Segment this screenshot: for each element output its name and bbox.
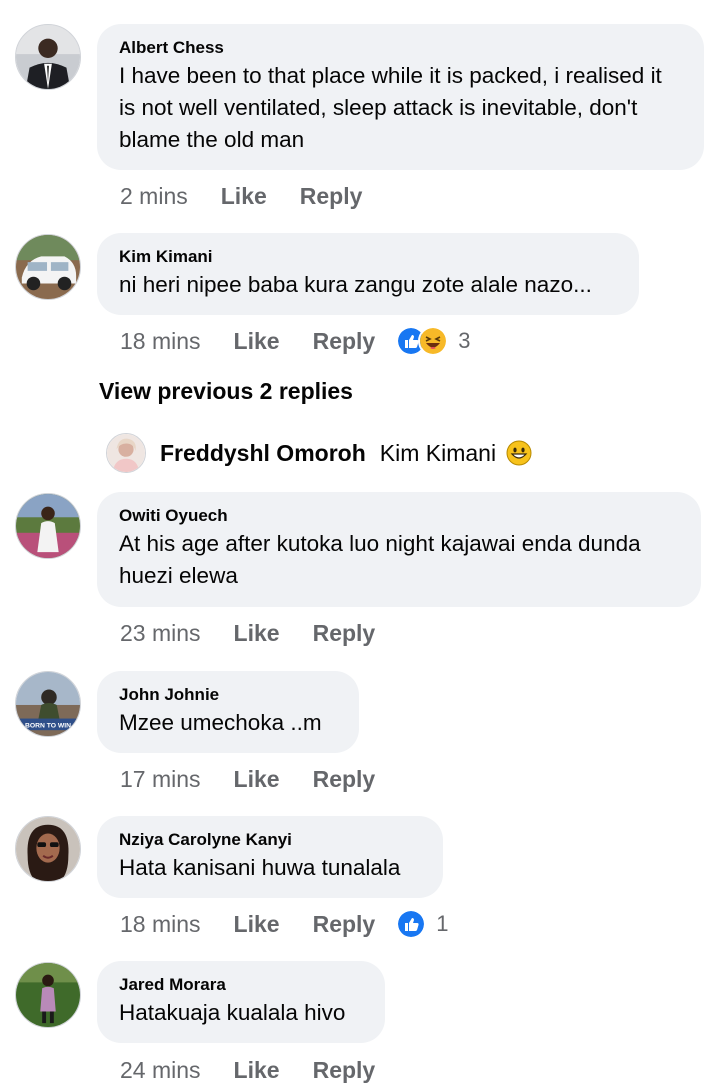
comment-author[interactable]: Jared Morara	[119, 975, 363, 995]
comment-author[interactable]: John Johnie	[119, 685, 337, 705]
avatar-jared-morara[interactable]	[15, 962, 81, 1028]
comment-bubble: Owiti Oyuech At his age after kutoka luo…	[97, 492, 701, 607]
comment-meta: 23 mins Like Reply	[120, 617, 408, 649]
reply-preview-author: Freddyshl Omoroh	[160, 439, 366, 466]
reply-button[interactable]: Reply	[313, 328, 376, 355]
reaction-count: 3	[458, 328, 471, 353]
reply-preview[interactable]: Freddyshl Omoroh Kim Kimani	[106, 433, 532, 473]
like-button[interactable]: Like	[234, 766, 280, 793]
comment-text: At his age after kutoka luo night kajawa…	[119, 531, 641, 588]
reply-button[interactable]: Reply	[313, 766, 376, 793]
comment-meta: 18 mins Like Reply 3	[120, 325, 470, 357]
reaction-count: 1	[436, 911, 449, 936]
comment-author[interactable]: Nziya Carolyne Kanyi	[119, 830, 421, 850]
like-reaction-icon	[396, 909, 427, 939]
comment-meta: 2 mins Like Reply	[120, 180, 395, 212]
comment-meta: 17 mins Like Reply	[120, 763, 408, 795]
comment-text: Hatakuaja kualala hivo	[119, 1000, 346, 1025]
avatar-kim-kimani[interactable]	[15, 234, 81, 300]
comment-time: 23 mins	[120, 619, 201, 646]
comment-text: Hata kanisani huwa tunalala	[119, 855, 401, 880]
comment-time: 18 mins	[120, 327, 201, 354]
comment-text: Mzee umechoka ..m	[119, 710, 322, 735]
comment-time: 17 mins	[120, 765, 201, 792]
avatar-john-johnie[interactable]: BORN TO WIN	[15, 671, 81, 737]
reply-button[interactable]: Reply	[313, 620, 376, 647]
comment-text: I have been to that place while it is pa…	[119, 63, 662, 152]
grinning-emoji-icon	[506, 440, 532, 466]
avatar-albert-chess[interactable]	[15, 24, 81, 90]
comment-meta: 18 mins Like Reply 1	[120, 908, 448, 940]
reaction-summary[interactable]: 3	[396, 326, 470, 356]
comment-time: 24 mins	[120, 1056, 201, 1083]
avatar-caption: BORN TO WIN	[25, 722, 71, 729]
reply-button[interactable]: Reply	[313, 1057, 376, 1084]
avatar-nziya-carolyne-kanyi[interactable]	[15, 816, 81, 882]
like-button[interactable]: Like	[234, 911, 280, 938]
comment-bubble: Nziya Carolyne Kanyi Hata kanisani huwa …	[97, 816, 443, 898]
reaction-summary[interactable]: 1	[396, 909, 448, 939]
reply-button[interactable]: Reply	[313, 911, 376, 938]
comment-time: 18 mins	[120, 910, 201, 937]
like-button[interactable]: Like	[221, 183, 267, 210]
like-button[interactable]: Like	[234, 1057, 280, 1084]
like-button[interactable]: Like	[234, 328, 280, 355]
avatar-owiti-oyuech[interactable]	[15, 493, 81, 559]
comment-bubble: John Johnie Mzee umechoka ..m	[97, 671, 359, 753]
comment-text: ni heri nipee baba kura zangu zote alale…	[119, 272, 592, 297]
comment-time: 2 mins	[120, 182, 188, 209]
comment-bubble: Albert Chess I have been to that place w…	[97, 24, 704, 170]
comment-author[interactable]: Kim Kimani	[119, 247, 617, 267]
reply-preview-text: Kim Kimani	[379, 439, 497, 466]
comment-bubble: Kim Kimani ni heri nipee baba kura zangu…	[97, 233, 639, 315]
like-button[interactable]: Like	[234, 620, 280, 647]
avatar-freddyshl-omoroh	[106, 433, 146, 473]
view-previous-replies-link[interactable]: View previous 2 replies	[99, 378, 353, 405]
haha-reaction-icon	[418, 326, 449, 356]
comment-author[interactable]: Owiti Oyuech	[119, 506, 679, 526]
comment-meta: 24 mins Like Reply	[120, 1054, 408, 1086]
comment-author[interactable]: Albert Chess	[119, 38, 682, 58]
reply-button[interactable]: Reply	[300, 183, 363, 210]
comment-bubble: Jared Morara Hatakuaja kualala hivo	[97, 961, 385, 1043]
